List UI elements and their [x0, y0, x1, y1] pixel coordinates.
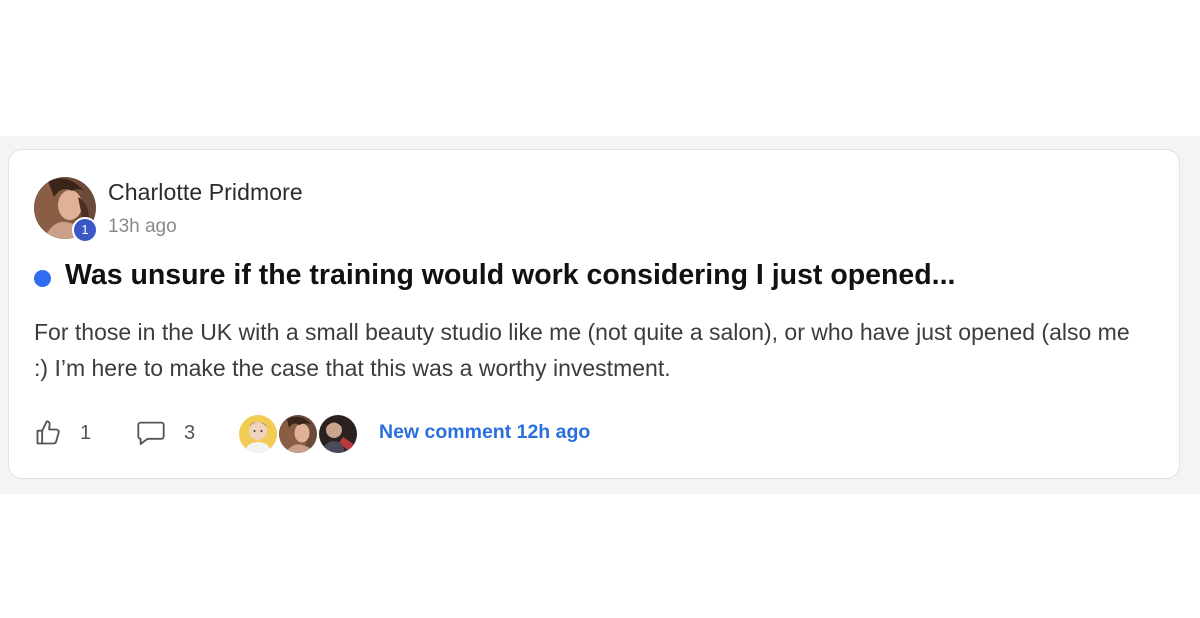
post-card[interactable]: 1 Charlotte Pridmore 13h ago Was unsure …: [8, 149, 1180, 479]
commenter-avatar[interactable]: [277, 413, 319, 455]
post-actions: 1 3 New comment 12h ago: [34, 413, 834, 455]
level-badge: 1: [72, 217, 98, 243]
comment-bubble-icon: [137, 421, 165, 445]
commenter-avatars[interactable]: [231, 413, 361, 455]
post-timestamp: 13h ago: [108, 216, 177, 237]
author-avatar-container[interactable]: 1: [34, 177, 98, 243]
post-title[interactable]: Was unsure if the training would work co…: [65, 259, 955, 292]
commenter-avatar[interactable]: [237, 413, 279, 455]
author-name[interactable]: Charlotte Pridmore: [108, 179, 303, 206]
last-activity-link[interactable]: New comment 12h ago: [379, 421, 590, 444]
comment-button[interactable]: 3: [136, 417, 195, 449]
post-body[interactable]: For those in the UK with a small beauty …: [34, 314, 1144, 386]
comment-count: 3: [184, 421, 196, 444]
unread-indicator: [34, 270, 51, 287]
thumbs-up-icon: [36, 420, 60, 445]
like-button[interactable]: 1: [34, 417, 91, 449]
commenter-avatar[interactable]: [317, 413, 359, 455]
like-count: 1: [80, 421, 92, 444]
